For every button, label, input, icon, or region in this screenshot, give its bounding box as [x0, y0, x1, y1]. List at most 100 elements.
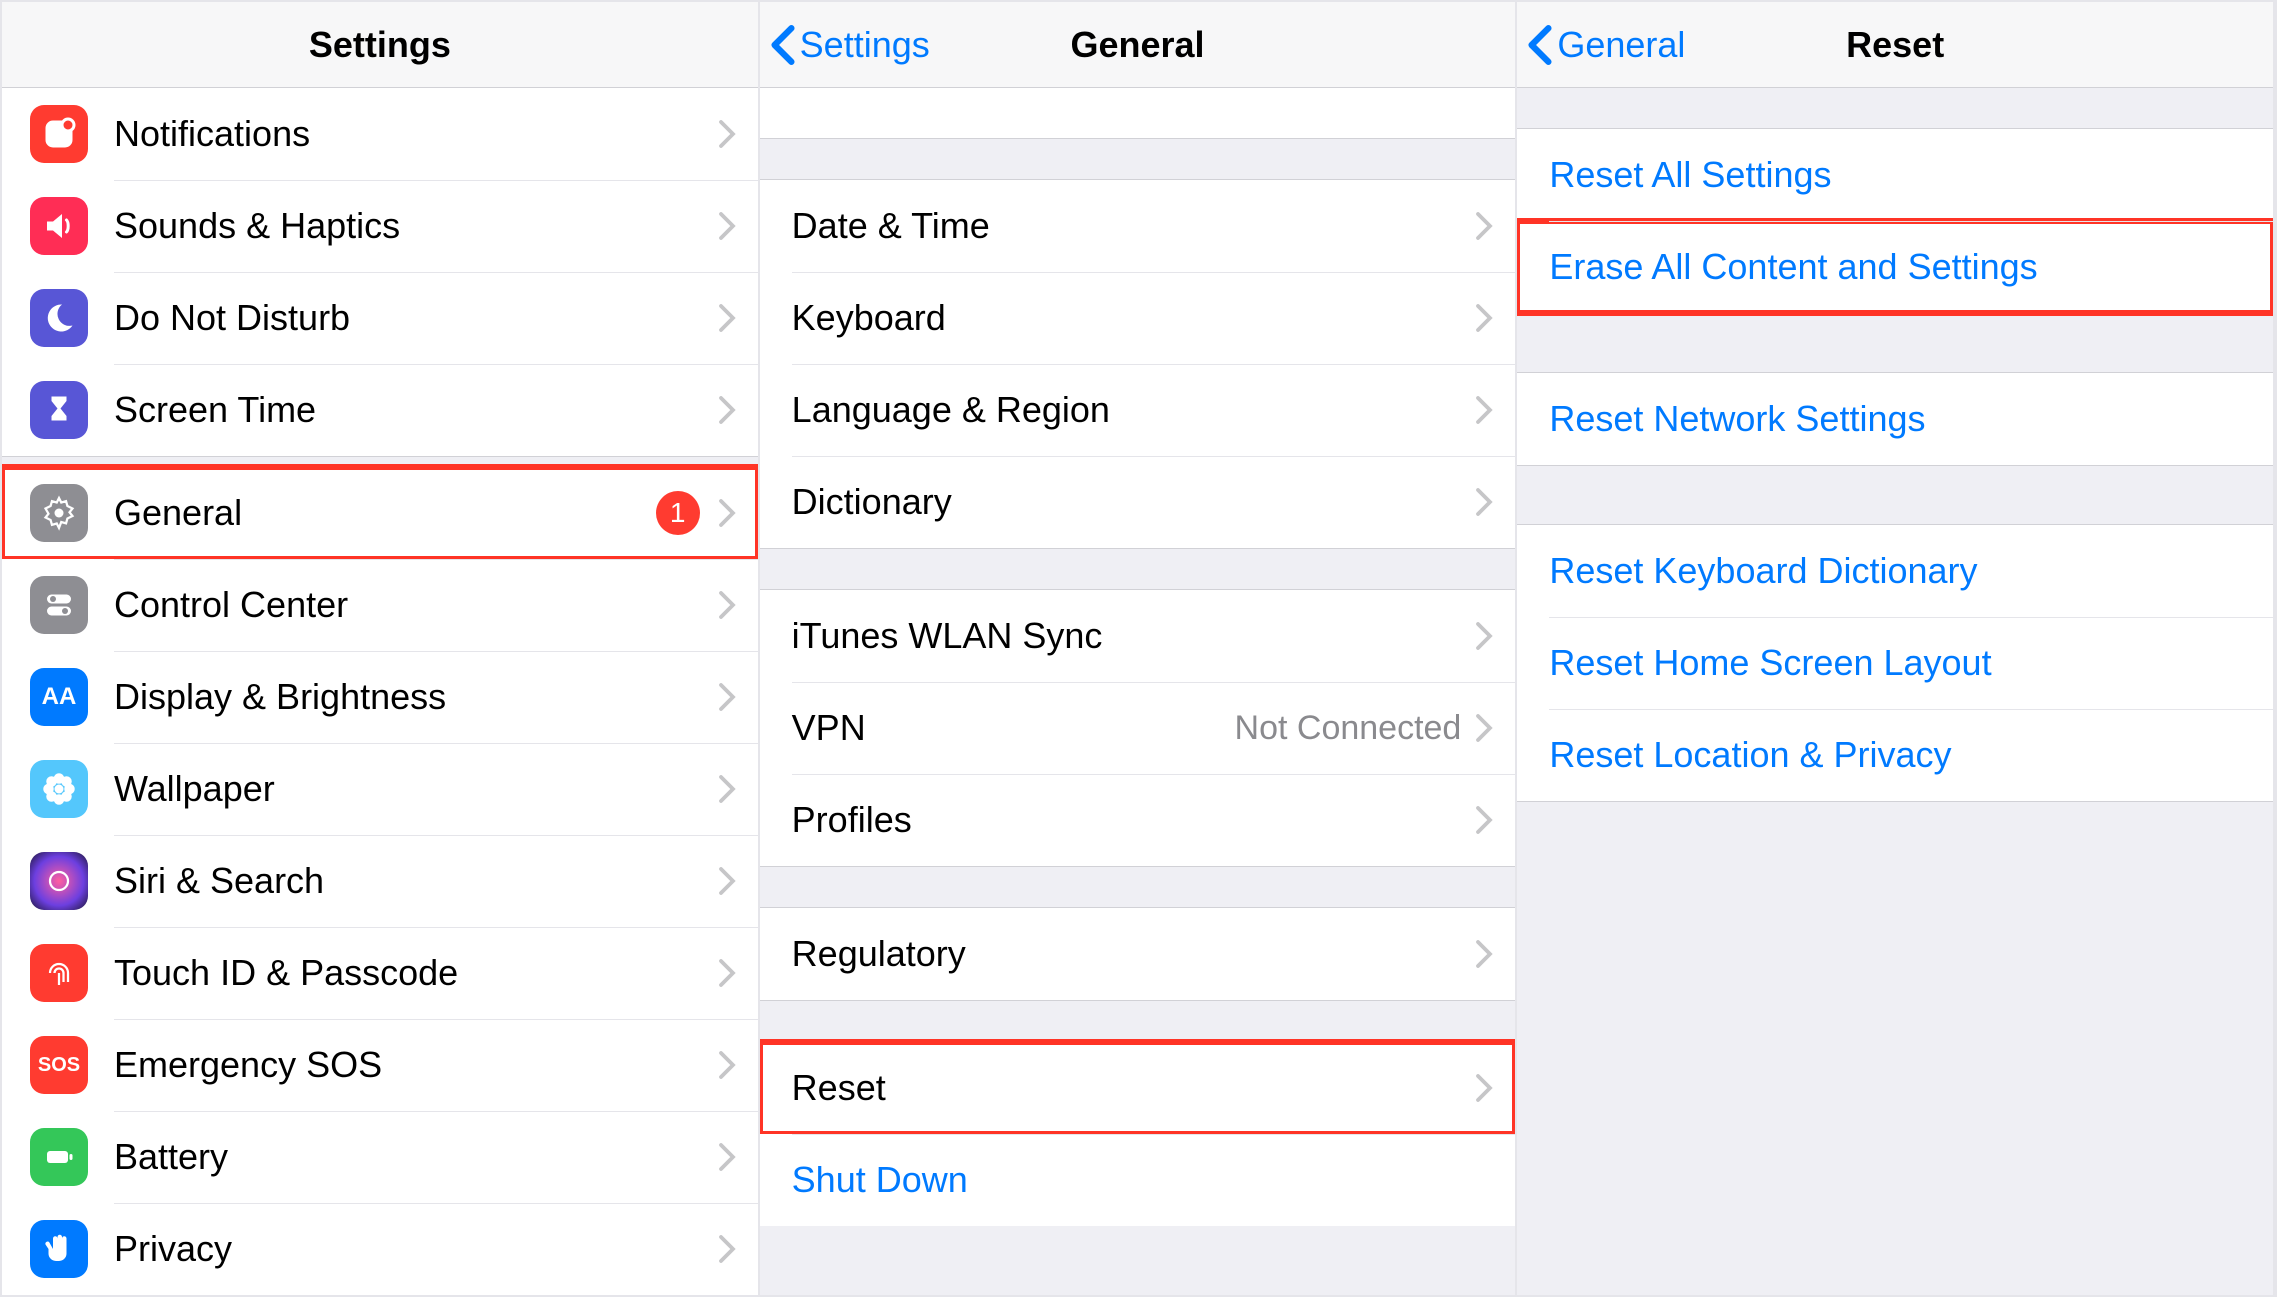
page-title: General	[1070, 24, 1204, 66]
row-wallpaper[interactable]: Wallpaper	[2, 743, 758, 835]
reset-group-3: Reset Keyboard Dictionary Reset Home Scr…	[1517, 524, 2273, 802]
chevron-right-icon	[718, 1234, 736, 1264]
reset-group-1: Reset All Settings Erase All Content and…	[1517, 128, 2273, 314]
chevron-right-icon	[1475, 395, 1493, 425]
back-label: General	[1557, 24, 1685, 66]
row-sounds[interactable]: Sounds & Haptics	[2, 180, 758, 272]
page-title: Reset	[1846, 24, 1944, 66]
row-label: Battery	[114, 1136, 718, 1178]
chevron-right-icon	[718, 774, 736, 804]
row-label: Emergency SOS	[114, 1044, 718, 1086]
chevron-right-icon	[1475, 805, 1493, 835]
reset-screen: General Reset Reset All Settings Erase A…	[1517, 2, 2275, 1295]
row-label: Language & Region	[792, 389, 1476, 431]
group-gap	[1517, 314, 2273, 372]
row-reset-network[interactable]: Reset Network Settings	[1517, 373, 2273, 465]
battery-icon	[30, 1128, 88, 1186]
row-regulatory[interactable]: Regulatory	[760, 908, 1516, 1000]
row-label: Reset Location & Privacy	[1549, 734, 2251, 776]
notifications-icon	[30, 105, 88, 163]
row-screentime[interactable]: Screen Time	[2, 364, 758, 456]
back-button[interactable]: Settings	[770, 2, 930, 87]
row-label: Wallpaper	[114, 768, 718, 810]
row-shutdown[interactable]: Shut Down	[760, 1134, 1516, 1226]
group-gap	[2, 457, 758, 466]
row-touchid[interactable]: Touch ID & Passcode	[2, 927, 758, 1019]
chevron-right-icon	[1475, 713, 1493, 743]
row-privacy[interactable]: Privacy	[2, 1203, 758, 1295]
row-label: Do Not Disturb	[114, 297, 718, 339]
row-sos[interactable]: SOS Emergency SOS	[2, 1019, 758, 1111]
row-label: Siri & Search	[114, 860, 718, 902]
row-label: Reset Keyboard Dictionary	[1549, 550, 2251, 592]
settings-screen: Settings Notifications Sounds & Haptics	[2, 2, 760, 1295]
row-battery[interactable]: Battery	[2, 1111, 758, 1203]
row-label: Dictionary	[792, 481, 1476, 523]
row-vpn[interactable]: VPN Not Connected	[760, 682, 1516, 774]
chevron-right-icon	[718, 866, 736, 896]
row-dnd[interactable]: Do Not Disturb	[2, 272, 758, 364]
row-keyboard[interactable]: Keyboard	[760, 272, 1516, 364]
row-general[interactable]: General 1	[2, 467, 758, 559]
row-notifications[interactable]: Notifications	[2, 88, 758, 180]
row-ituneswlan[interactable]: iTunes WLAN Sync	[760, 590, 1516, 682]
row-label: Reset	[792, 1067, 1476, 1109]
general-group-4: Reset Shut Down	[760, 1041, 1516, 1226]
chevron-right-icon	[1475, 487, 1493, 517]
chevron-right-icon	[718, 119, 736, 149]
hidden-row[interactable]	[760, 88, 1516, 138]
row-reset-location[interactable]: Reset Location & Privacy	[1517, 709, 2273, 801]
chevron-right-icon	[718, 498, 736, 528]
row-reset-all[interactable]: Reset All Settings	[1517, 129, 2273, 221]
row-label: Reset Network Settings	[1549, 398, 2251, 440]
chevron-right-icon	[718, 211, 736, 241]
chevron-right-icon	[1475, 939, 1493, 969]
row-language[interactable]: Language & Region	[760, 364, 1516, 456]
group-gap	[760, 139, 1516, 179]
group-gap	[760, 1001, 1516, 1041]
group-gap	[1517, 88, 2273, 128]
gear-icon	[30, 484, 88, 542]
fingerprint-icon	[30, 944, 88, 1002]
row-label: Screen Time	[114, 389, 718, 431]
settings-group-2: General 1 Control Center AA Display & Br…	[2, 466, 758, 1295]
chevron-right-icon	[718, 1050, 736, 1080]
row-reset-home[interactable]: Reset Home Screen Layout	[1517, 617, 2273, 709]
bottom-space	[1517, 802, 2273, 1295]
chevron-right-icon	[718, 682, 736, 712]
row-controlcenter[interactable]: Control Center	[2, 559, 758, 651]
notification-badge: 1	[656, 491, 700, 535]
row-label: VPN	[792, 707, 1235, 749]
row-siri[interactable]: Siri & Search	[2, 835, 758, 927]
chevron-right-icon	[1475, 621, 1493, 651]
row-label: Keyboard	[792, 297, 1476, 339]
row-label: Control Center	[114, 584, 718, 626]
row-datetime[interactable]: Date & Time	[760, 180, 1516, 272]
row-display[interactable]: AA Display & Brightness	[2, 651, 758, 743]
reset-group-2: Reset Network Settings	[1517, 372, 2273, 466]
row-reset[interactable]: Reset	[760, 1042, 1516, 1134]
nav-bar: Settings	[2, 2, 758, 88]
general-group-2: iTunes WLAN Sync VPN Not Connected Profi…	[760, 589, 1516, 867]
row-label: Sounds & Haptics	[114, 205, 718, 247]
row-reset-keyboard[interactable]: Reset Keyboard Dictionary	[1517, 525, 2273, 617]
chevron-right-icon	[718, 590, 736, 620]
back-button[interactable]: General	[1527, 2, 1685, 87]
general-screen: Settings General Date & Time Keyboard La…	[760, 2, 1518, 1295]
row-erase-all[interactable]: Erase All Content and Settings	[1517, 221, 2273, 313]
row-label: Display & Brightness	[114, 676, 718, 718]
group-gap	[760, 549, 1516, 589]
row-label: Notifications	[114, 113, 718, 155]
text-size-icon: AA	[30, 668, 88, 726]
row-detail: Not Connected	[1235, 709, 1462, 748]
row-profiles[interactable]: Profiles	[760, 774, 1516, 866]
speaker-icon	[30, 197, 88, 255]
chevron-right-icon	[1475, 1073, 1493, 1103]
chevron-right-icon	[718, 303, 736, 333]
row-dictionary[interactable]: Dictionary	[760, 456, 1516, 548]
reset-list: Reset All Settings Erase All Content and…	[1517, 88, 2273, 1295]
cut-group	[760, 88, 1516, 139]
flower-icon	[30, 760, 88, 818]
row-label: Privacy	[114, 1228, 718, 1270]
row-label: Profiles	[792, 799, 1476, 841]
